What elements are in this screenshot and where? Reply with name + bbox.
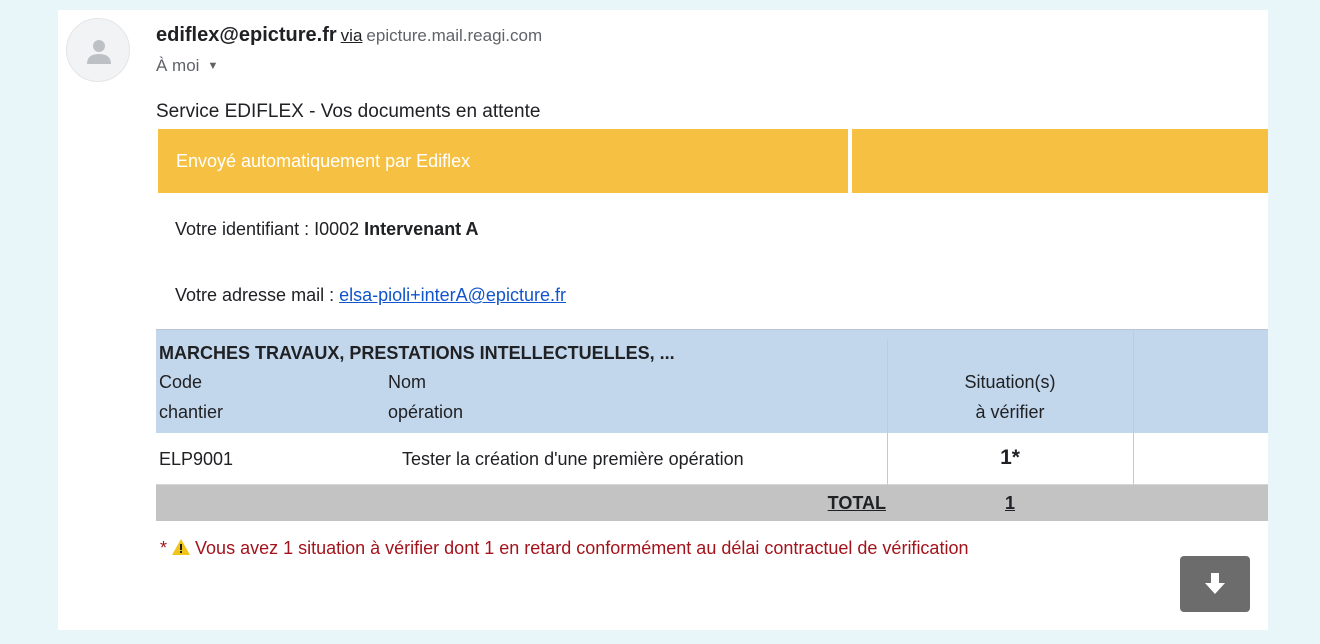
sender-email[interactable]: ediflex@epicture.fr [156, 24, 337, 46]
col-name-line1: Nom [388, 372, 427, 392]
caret-down-icon: ▼ [207, 60, 219, 72]
col-name-line2: opération [388, 402, 464, 422]
row-code: ELP9001 [159, 449, 234, 469]
table-footer: TOTAL 1 [156, 485, 1268, 521]
table-row: ELP9001 Tester la création d'une premièr… [156, 433, 1268, 485]
sender-line: ediflex@epicture.fr via epicture.mail.reag… [156, 23, 542, 48]
recipient-dropdown[interactable]: À moi ▼ [156, 55, 218, 77]
email-address-line: Votre adresse mail : elsa-pioli+interA@e… [175, 283, 566, 307]
sender-domain: epicture.mail.reagi.com [366, 26, 543, 45]
total-label: TOTAL [827, 493, 886, 513]
email-address-label: Votre adresse mail : [175, 285, 340, 305]
auto-sent-banner: Envoyé automatiquement par Ediflex [158, 129, 1268, 193]
col-situation-line2: à vérifier [975, 402, 1045, 422]
row-name: Tester la création d'une première opérat… [402, 449, 744, 469]
asterisk: * [160, 538, 173, 558]
banner-text: Envoyé automatiquement par Ediflex [176, 151, 471, 171]
recipient-label: À moi [156, 56, 200, 75]
late-warning-note: * Vous avez 1 situation à vérifier dont … [160, 536, 968, 560]
sender-avatar[interactable] [66, 18, 130, 82]
column-divider [1133, 329, 1134, 485]
col-situation-line1: Situation(s) [964, 372, 1056, 392]
col-code-line1: Code [159, 372, 203, 392]
warning-icon [172, 539, 191, 555]
column-divider [887, 339, 888, 485]
row-situations: 1* [1000, 446, 1020, 469]
total-value: 1 [1004, 493, 1015, 513]
warning-text: Vous avez 1 situation à vérifier dont 1 … [195, 538, 969, 558]
identifier-line: Votre identifiant : I0002 Intervenant A [175, 217, 479, 241]
download-arrow-icon [1205, 573, 1225, 594]
identifier-value: I0002 [314, 219, 360, 239]
person-icon [87, 40, 111, 64]
identifier-name: Intervenant A [364, 219, 479, 239]
via-link[interactable]: via [341, 26, 363, 45]
email-card: ediflex@epicture.fr via epicture.mail.reag… [58, 10, 1268, 630]
table-header: MARCHES TRAVAUX, PRESTATIONS INTELLECTUE… [156, 329, 1268, 433]
download-button[interactable] [1180, 556, 1250, 612]
pending-documents-table: MARCHES TRAVAUX, PRESTATIONS INTELLECTUE… [156, 329, 1268, 521]
email-address-link[interactable]: elsa-pioli+interA@epicture.fr [339, 285, 566, 305]
section-title: MARCHES TRAVAUX, PRESTATIONS INTELLECTUE… [159, 343, 675, 363]
col-code-line2: chantier [159, 402, 224, 422]
email-subject: Service EDIFLEX - Vos documents en atten… [156, 101, 541, 122]
banner-divider [848, 129, 852, 193]
identifier-label: Votre identifiant : [175, 219, 315, 239]
